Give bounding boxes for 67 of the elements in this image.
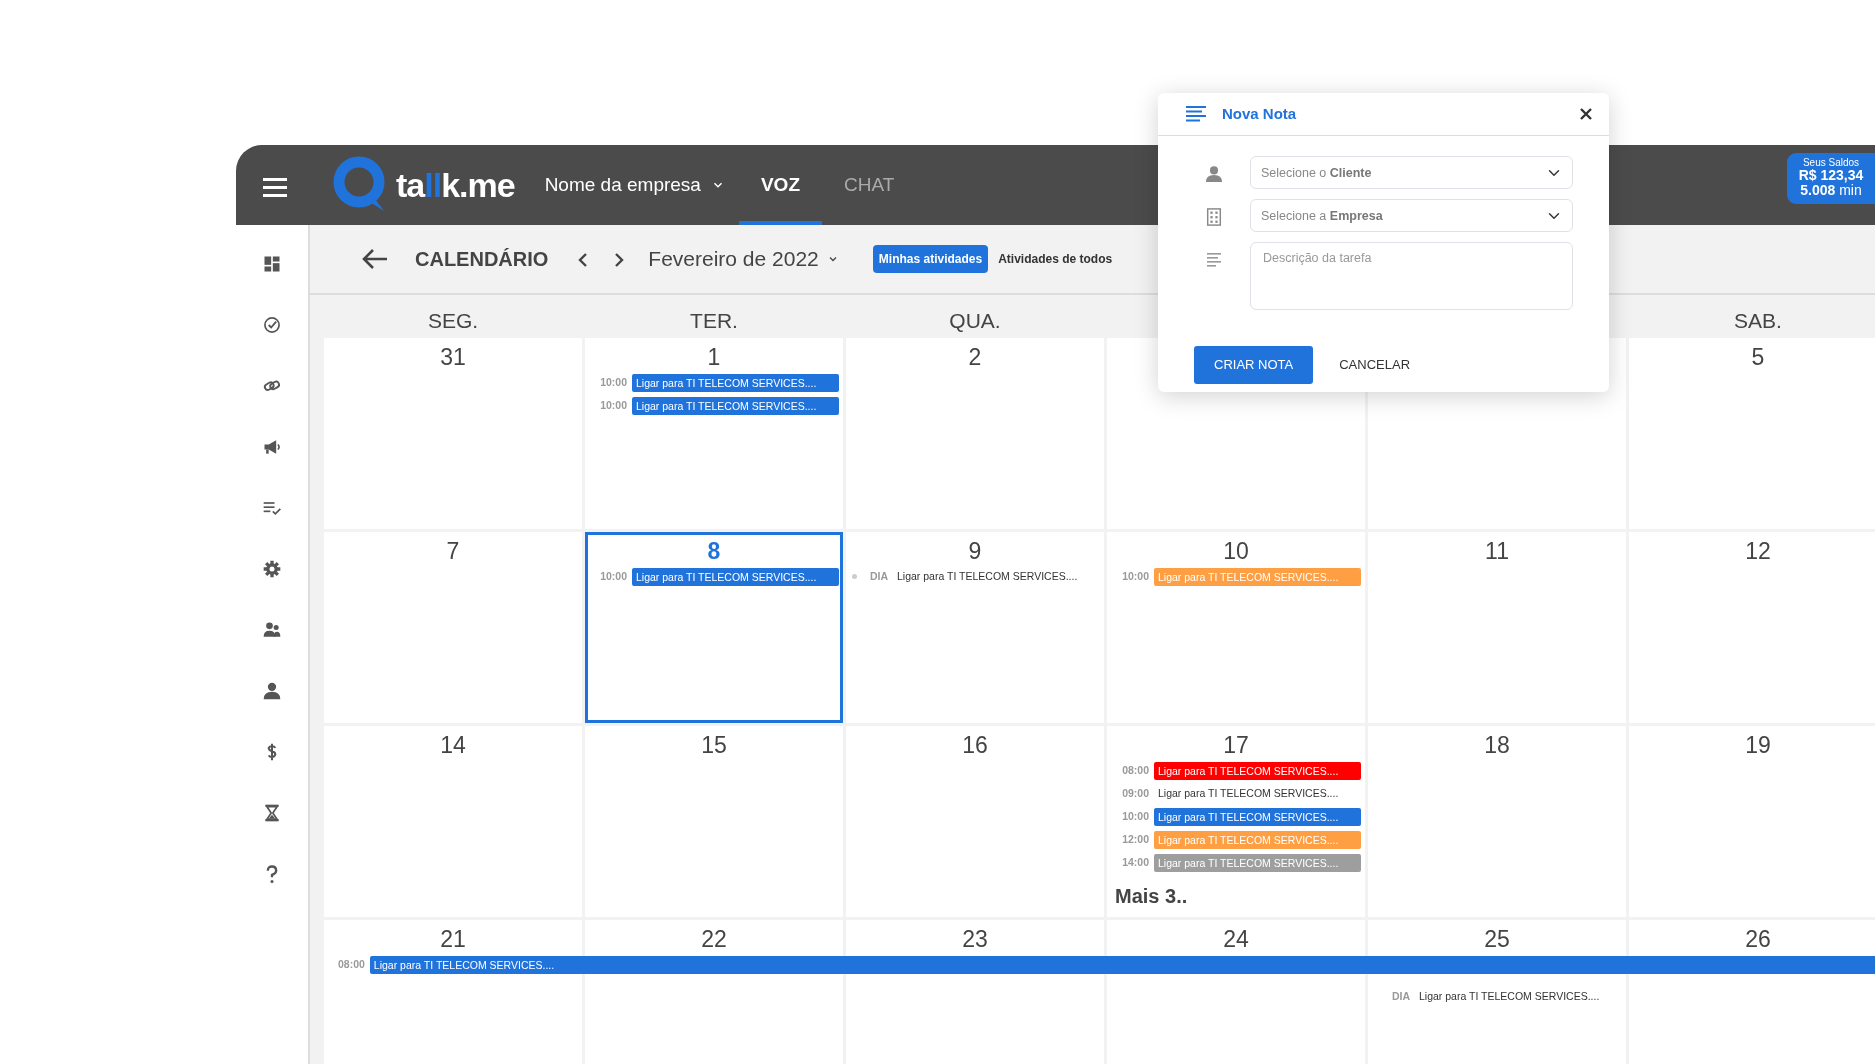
day-number[interactable]: 2 <box>846 338 1104 372</box>
menu-icon <box>262 175 288 198</box>
day-number[interactable]: 7 <box>324 532 582 566</box>
more-events-link[interactable]: Mais 3.. <box>1113 880 1361 911</box>
select-field[interactable]: Selecione o Cliente <box>1250 156 1573 189</box>
day-number[interactable]: 16 <box>846 726 1104 760</box>
day-number[interactable]: 5 <box>1629 338 1875 372</box>
event-time: 09:00 <box>1121 785 1149 801</box>
event-time: 14:00 <box>1121 854 1149 870</box>
weekday-label: SAB. <box>1733 307 1783 334</box>
create-note-button[interactable]: CRIAR NOTA <box>1194 346 1314 384</box>
person-icon <box>1205 164 1223 184</box>
weekday-label: TER. <box>689 307 739 334</box>
day-number[interactable]: 14 <box>324 726 582 760</box>
event-time: 10:00 <box>1121 568 1149 584</box>
event-title[interactable]: Ligar para TI TELECOM SERVICES.... <box>1415 988 1600 1005</box>
event-time: DIA <box>1390 988 1410 1004</box>
day-number[interactable]: 9 <box>846 532 1104 566</box>
day-number[interactable]: 12 <box>1629 532 1875 566</box>
settings-icon[interactable] <box>262 559 282 579</box>
balance-label: Seus Saldos <box>1801 156 1861 168</box>
person-icon[interactable] <box>262 681 282 701</box>
event-time: DIA <box>868 568 888 584</box>
logo-text: tallk.me <box>396 164 515 206</box>
event-time: 10:00 <box>599 568 627 584</box>
day-number[interactable]: 31 <box>324 338 582 372</box>
event-time: 08:00 <box>1121 762 1149 778</box>
weekday-label: SEG. <box>426 307 480 334</box>
event-title[interactable]: Ligar para TI TELECOM SERVICES.... <box>1154 785 1339 802</box>
day-number[interactable]: 8 <box>585 532 843 566</box>
event-time: 10:00 <box>599 374 627 390</box>
filter-toggle[interactable]: Atividades de todos <box>992 245 1119 273</box>
weekday-label: QUA. <box>948 307 1002 334</box>
page-title: CALENDÁRIO <box>415 247 549 272</box>
event-title[interactable]: Ligar para TI TELECOM SERVICES.... <box>893 568 1078 585</box>
nav-tab[interactable]: VOZ <box>738 145 822 225</box>
balance-money: R$ 123,34 <box>1797 167 1865 183</box>
day-number[interactable]: 18 <box>1368 726 1626 760</box>
people-icon[interactable] <box>262 620 282 640</box>
day-number[interactable]: 15 <box>585 726 843 760</box>
day-number[interactable]: 1 <box>585 338 843 372</box>
cancel-button[interactable]: CANCELAR <box>1339 346 1410 384</box>
text-lines-icon <box>1186 106 1206 122</box>
day-number[interactable]: 17 <box>1107 726 1365 760</box>
hourglass-icon[interactable] <box>262 803 282 823</box>
close-icon <box>1579 107 1593 121</box>
day-number[interactable]: 19 <box>1629 726 1875 760</box>
day-number[interactable]: 25 <box>1368 920 1626 954</box>
company-dropdown[interactable]: Nome da empresa <box>544 170 725 200</box>
dashboard-icon[interactable] <box>262 254 282 274</box>
event-time: 08:00 <box>338 956 365 972</box>
event-time: 12:00 <box>1121 831 1149 847</box>
filter-toggle[interactable]: Minhas atividades <box>872 245 989 273</box>
day-number[interactable]: 21 <box>324 920 582 954</box>
event-time: 10:00 <box>599 397 627 413</box>
month-dropdown[interactable]: Fevereiro de 2022 <box>642 242 845 276</box>
select-field[interactable]: Selecione a Empresa <box>1250 199 1573 232</box>
day-number[interactable]: 10 <box>1107 532 1365 566</box>
building-icon <box>1205 207 1223 227</box>
event-time: 10:00 <box>1121 808 1149 824</box>
nav-tab[interactable]: CHAT <box>822 145 917 225</box>
description-field[interactable]: Descrição da tarefa <box>1250 242 1573 310</box>
balance-minutes: 5.008 min <box>1800 182 1862 199</box>
day-number[interactable]: 11 <box>1368 532 1626 566</box>
check-circle-icon[interactable] <box>262 315 282 335</box>
dialog-title: Nova Nota <box>1222 103 1297 124</box>
text-lines-icon <box>1207 250 1221 270</box>
